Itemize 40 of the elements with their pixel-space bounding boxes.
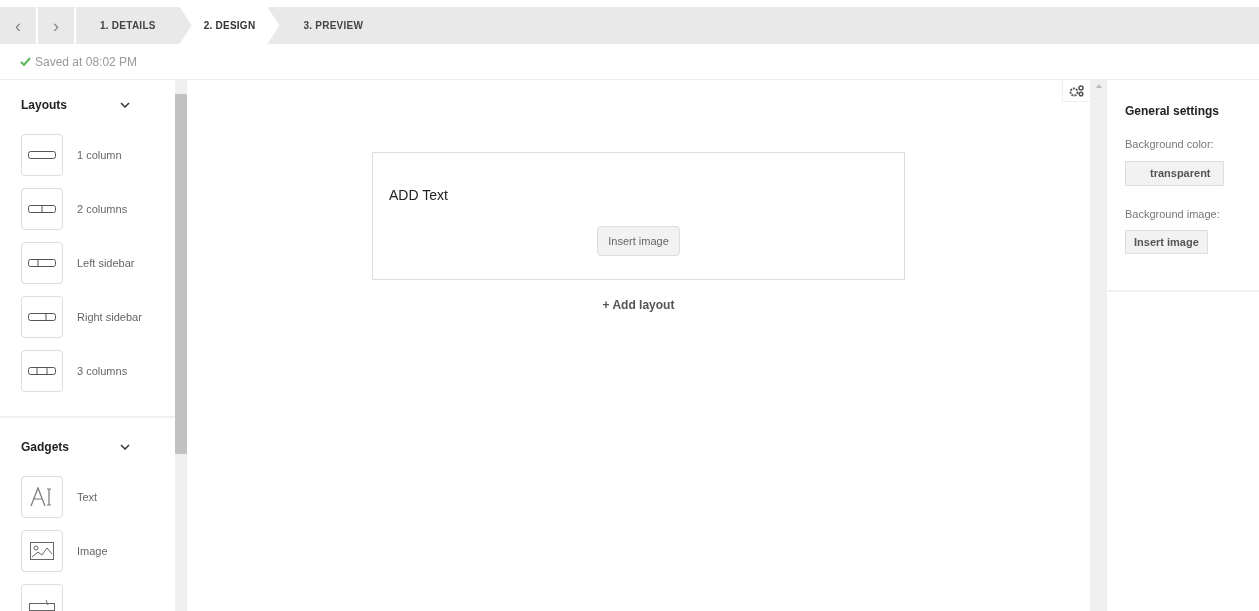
chevron-icon[interactable] xyxy=(120,102,130,108)
save-status: Saved at 08:02 PM xyxy=(35,53,138,71)
item-tile[interactable] xyxy=(21,134,63,176)
layout-icon xyxy=(28,259,56,267)
chevron-icon[interactable] xyxy=(120,444,130,450)
item-label[interactable]: 2 columns xyxy=(77,200,128,218)
check-icon xyxy=(20,57,31,66)
item-tile[interactable] xyxy=(21,188,63,230)
item-label[interactable]: Left sidebar xyxy=(77,254,135,272)
item-tile[interactable] xyxy=(21,530,63,572)
item-tile[interactable] xyxy=(21,350,63,392)
layout-icon xyxy=(28,151,56,159)
image-icon xyxy=(30,542,54,560)
item-tile[interactable] xyxy=(21,476,63,518)
panel-title: General settings xyxy=(1125,103,1220,120)
step-tab[interactable]: 2. DESIGN xyxy=(179,7,280,44)
text-block[interactable]: ADD Text xyxy=(389,185,888,206)
button-gadget-icon xyxy=(29,599,55,611)
layout-icon xyxy=(28,367,56,375)
layout-icon xyxy=(28,313,56,321)
layout-block[interactable]: ADD Text Insert image xyxy=(372,152,905,280)
color-button[interactable]: transparent xyxy=(1125,160,1224,186)
settings-icon xyxy=(1068,84,1085,97)
item-label[interactable]: Image xyxy=(77,542,108,560)
text-gadget-icon xyxy=(30,487,54,507)
item-label[interactable]: 3 columns xyxy=(77,362,128,380)
insert-image-button[interactable]: Insert image xyxy=(597,226,680,256)
add-layout-link[interactable]: + Add layout xyxy=(602,296,675,314)
item-label[interactable]: Right sidebar xyxy=(77,308,142,326)
item-label[interactable]: 1 column xyxy=(77,146,122,164)
item-tile[interactable] xyxy=(21,296,63,338)
gear-button[interactable] xyxy=(1062,80,1090,102)
item-tile[interactable] xyxy=(21,242,63,284)
field-label: Background color: xyxy=(1125,137,1214,152)
section-title: Gadgets xyxy=(21,439,69,456)
item-label[interactable]: Text xyxy=(77,488,98,506)
layout-icon xyxy=(28,205,56,213)
insert-image-button[interactable]: Insert image xyxy=(1125,230,1208,254)
field-label: Background image: xyxy=(1125,206,1220,222)
section-title: Layouts xyxy=(21,97,67,114)
